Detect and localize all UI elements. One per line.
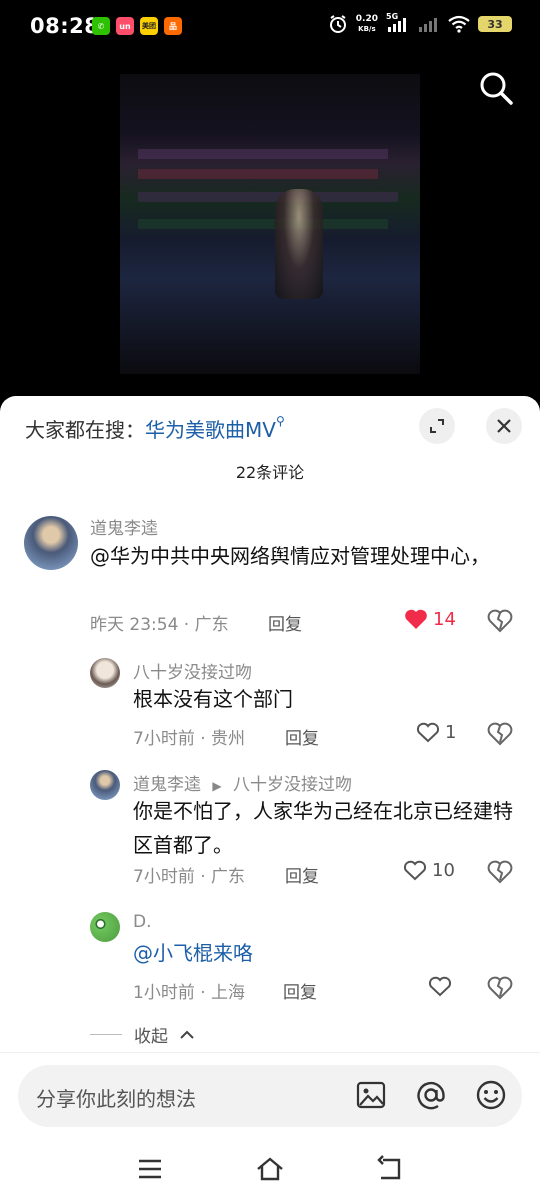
close-button[interactable] — [486, 408, 522, 444]
signal-2-icon — [419, 18, 437, 32]
signal-icon: 5G — [386, 12, 410, 33]
trending-query[interactable]: 华为美歌曲MV — [145, 418, 276, 442]
comment-username[interactable]: 八十岁没接过吻 — [133, 658, 252, 683]
reply-item: 八十岁没接过吻 根本没有这个部门 7小时前 · 贵州 回复 1 — [0, 658, 540, 749]
status-time: 08:28 — [30, 14, 100, 38]
comment-meta: 7小时前 · 广东 — [133, 867, 246, 887]
video-player[interactable] — [0, 54, 540, 398]
wifi-icon — [448, 15, 470, 33]
comment-text: @华为中共中央网络舆情应对管理处理中心， — [90, 544, 490, 568]
reply-item: D. @小飞棍来咯 1小时前 · 上海 回复 — [0, 912, 540, 1007]
avatar[interactable] — [90, 658, 120, 688]
trending-label: 大家都在搜： — [25, 418, 145, 442]
comment-username-line: 道鬼李逵 ▶ 八十岁没接过吻 — [133, 770, 352, 795]
avatar[interactable] — [24, 516, 78, 570]
wechat-icon: ✆ — [92, 17, 110, 35]
comment-meta: 7小时前 · 贵州 — [133, 729, 246, 749]
dislike-icon[interactable] — [487, 608, 513, 634]
avatar[interactable] — [90, 770, 120, 800]
comment-input-bar: 分享你此刻的想法 — [0, 1052, 540, 1138]
like-button[interactable] — [428, 975, 452, 997]
comment-item: 道鬼李逵 @华为中共中央网络舆情应对管理处理中心， 昨天 23:54 · 广东 … — [0, 514, 540, 639]
notification-icons: ✆ un 美团 品 — [92, 17, 182, 35]
alarm-icon — [329, 15, 346, 33]
reply-button[interactable]: 回复 — [268, 610, 302, 635]
image-icon[interactable] — [354, 1078, 388, 1112]
search-icon[interactable] — [476, 68, 516, 108]
network-speed: 0.20 KB/s — [355, 14, 378, 33]
reply-to-username[interactable]: 八十岁没接过吻 — [233, 775, 352, 795]
frog-avatar[interactable] — [90, 912, 120, 942]
collapse-label: 收起 — [134, 1027, 168, 1047]
comment-meta: 昨天 23:54 · 广东 — [90, 615, 229, 635]
comment-username[interactable]: D. — [133, 912, 152, 932]
like-count: 1 — [445, 721, 457, 743]
video-frame[interactable] — [120, 74, 420, 374]
input-placeholder: 分享你此刻的想法 — [36, 1087, 196, 1111]
emoji-icon[interactable] — [474, 1078, 508, 1112]
status-bar: 08:28 ✆ un 美团 品 0.20 KB/s 5G 33 — [0, 0, 540, 54]
reply-item: 道鬼李逵 ▶ 八十岁没接过吻 你是不怕了，人家华为己经在北京已经建特区首都了。 … — [0, 770, 540, 895]
comment-meta: 1小时前 · 上海 — [133, 983, 246, 1003]
like-button[interactable]: 14 — [404, 608, 456, 630]
reply-button[interactable]: 回复 — [283, 978, 317, 1003]
like-count: 14 — [433, 608, 456, 630]
divider — [90, 1034, 122, 1035]
home-icon[interactable] — [255, 1154, 285, 1184]
dislike-icon[interactable] — [487, 859, 513, 885]
dislike-icon[interactable] — [487, 975, 513, 1001]
heart-outline-icon — [416, 722, 440, 743]
menu-icon[interactable] — [135, 1154, 165, 1184]
comment-text: 根本没有这个部门 — [133, 687, 293, 711]
comment-username[interactable]: 道鬼李逵 — [133, 775, 201, 795]
search-small-icon: ⚲ — [275, 414, 285, 428]
reply-button[interactable]: 回复 — [285, 724, 319, 749]
comment-count: 22条评论 — [235, 463, 305, 482]
like-button[interactable]: 1 — [416, 721, 456, 743]
heart-outline-icon — [403, 860, 427, 881]
battery-indicator: 33 — [478, 16, 512, 32]
app-icon: 品 — [164, 17, 182, 35]
comment-username[interactable]: 道鬼李逵 — [90, 514, 158, 539]
comment-input[interactable]: 分享你此刻的想法 — [18, 1065, 522, 1127]
system-navigation-bar — [0, 1138, 540, 1200]
back-icon[interactable] — [375, 1154, 405, 1184]
chevron-up-icon — [180, 1030, 194, 1039]
collapse-replies-button[interactable]: 收起 — [90, 1022, 194, 1047]
comment-text: 你是不怕了，人家华为己经在北京已经建特区首都了。 — [133, 799, 513, 857]
dislike-icon[interactable] — [487, 721, 513, 747]
mention-icon[interactable] — [414, 1078, 448, 1112]
meituan-icon: 美团 — [140, 17, 158, 35]
reply-button[interactable]: 回复 — [285, 862, 319, 887]
comment-text[interactable]: @小飞棍来咯 — [133, 936, 513, 970]
like-button[interactable]: 10 — [403, 859, 455, 881]
reply-arrow-icon: ▶ — [212, 779, 222, 793]
like-count: 10 — [432, 859, 455, 881]
status-right: 0.20 KB/s 5G 33 — [328, 12, 512, 34]
heart-filled-icon — [405, 609, 427, 629]
expand-icon — [430, 419, 444, 433]
shopping-icon: un — [116, 17, 134, 35]
heart-outline-icon — [428, 976, 452, 997]
trending-search[interactable]: 大家都在搜：华为美歌曲MV⚲ — [25, 414, 285, 443]
close-icon — [497, 419, 511, 433]
video-performer — [275, 189, 323, 299]
expand-button[interactable] — [419, 408, 455, 444]
